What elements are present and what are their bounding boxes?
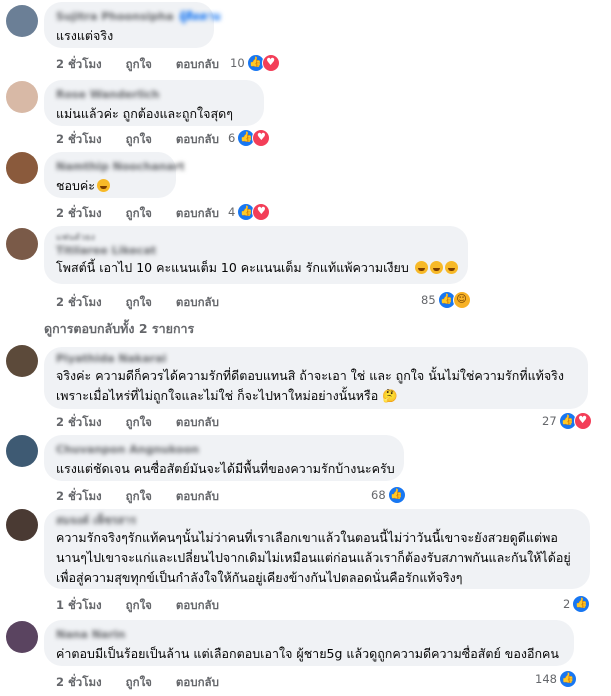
author-name[interactable]: Namthip Noochanart — [56, 160, 185, 174]
comment-text: ความรักจริงๆรักแท้คนๆนั้นไม่ว่าคนที่เราเ… — [56, 530, 558, 545]
timestamp[interactable]: 1 ชั่วโมง — [56, 598, 102, 612]
fan-badge: แฟนตัวยง — [56, 233, 95, 243]
reply-button[interactable]: ตอบกลับ — [176, 295, 219, 309]
reaction-summary[interactable]: 68 👍 — [371, 486, 406, 504]
timestamp[interactable]: 2 ชั่วโมง — [56, 206, 102, 220]
avatar[interactable] — [6, 345, 38, 377]
heart-icon: ♥ — [261, 54, 280, 72]
timestamp[interactable]: 2 ชั่วโมง — [56, 489, 102, 503]
comment-text: แรงแต่ชัดเจน คนซื่อสัตย์มันจะได้มีพื้นที… — [56, 461, 395, 476]
reply-button[interactable]: ตอบกลับ — [176, 206, 219, 220]
reply-button[interactable]: ตอบกลับ — [176, 415, 219, 429]
reaction-summary[interactable]: 6 👍 ♥ — [228, 129, 271, 147]
reaction-summary[interactable]: 2 👍 — [563, 595, 591, 613]
comment-actions: 2 ชั่วโมง ถูกใจ ตอบกลับ — [56, 131, 243, 149]
reply-button[interactable]: ตอบกลับ — [176, 598, 219, 612]
reaction-summary[interactable]: 148 👍 — [535, 670, 577, 688]
reaction-count: 27 — [542, 414, 557, 428]
reaction-summary[interactable]: 4 👍 ♥ — [228, 203, 271, 221]
like-icon: 👍 — [572, 595, 591, 613]
comment-actions: 2 ชั่วโมง ถูกใจ ตอบกลับ — [56, 488, 243, 506]
comment-bubble: แฟนตัวยง Titilaree Likecat โพสต์นี้ เอาไ… — [44, 226, 468, 284]
like-button[interactable]: ถูกใจ — [126, 598, 152, 612]
author-name[interactable]: Rose Wanderlich — [56, 88, 252, 102]
comment-actions: 2 ชั่วโมง ถูกใจ ตอบกลับ — [56, 414, 243, 432]
laughing-emoji-icon — [97, 179, 111, 192]
haha-icon: ☺ — [452, 291, 471, 309]
avatar[interactable] — [6, 435, 38, 467]
avatar[interactable] — [6, 509, 38, 541]
like-button[interactable]: ถูกใจ — [126, 206, 152, 220]
like-button[interactable]: ถูกใจ — [126, 295, 152, 309]
comment-actions: 2 ชั่วโมง ถูกใจ ตอบกลับ — [56, 205, 243, 223]
reaction-summary[interactable]: 85 👍 ☺ — [421, 291, 471, 309]
comment-actions: 1 ชั่วโมง ถูกใจ ตอบกลับ — [56, 597, 243, 615]
heart-icon: ♥ — [252, 203, 271, 221]
comment-bubble: สมจงค์ เพ็ชรสาร ความรักจริงๆรักแท้คนๆนั้… — [44, 509, 590, 589]
comment-actions: 2 ชั่วโมง ถูกใจ ตอบกลับ — [56, 674, 243, 692]
reaction-summary[interactable]: 10 👍 ♥ — [230, 54, 280, 72]
laughing-emoji-icon — [429, 261, 443, 274]
avatar[interactable] — [6, 5, 38, 37]
like-button[interactable]: ถูกใจ — [126, 132, 152, 146]
comment-bubble: Nana Narin ค่าตอบมีเป็นร้อยเป็นล้าน แต่เ… — [44, 620, 574, 666]
heart-icon: ♥ — [573, 412, 592, 430]
timestamp[interactable]: 2 ชั่วโมง — [56, 57, 102, 71]
comment-actions: 2 ชั่วโมง ถูกใจ ตอบกลับ — [56, 294, 243, 312]
comment-text: แรงแต่จริง — [56, 28, 114, 43]
timestamp[interactable]: 2 ชั่วโมง — [56, 675, 102, 689]
laughing-emoji-icon — [414, 261, 428, 274]
reaction-count: 6 — [228, 131, 236, 145]
like-icon: 👍 — [387, 486, 406, 504]
author-name[interactable]: Titilaree Likecat — [56, 244, 456, 258]
comment-text: นานๆไปเขาจะแก่และเปลี่ยนไปจากเดิมไม่เหมื… — [56, 550, 571, 565]
reply-button[interactable]: ตอบกลับ — [176, 132, 219, 146]
comment-text: ชอบค่ะ — [56, 176, 164, 196]
timestamp[interactable]: 2 ชั่วโมง — [56, 295, 102, 309]
reply-button[interactable]: ตอบกลับ — [176, 57, 219, 71]
comment-bubble: Chuvanpon Angnukoon แรงแต่ชัดเจน คนซื่อส… — [44, 435, 404, 481]
reaction-count: 4 — [228, 205, 236, 219]
comment-text: โพสต์นี้ เอาไป 10 คะแนนเต็ม 10 คะแนนเต็ม… — [56, 258, 458, 278]
reaction-count: 10 — [230, 56, 245, 70]
reaction-summary[interactable]: 27 👍 ♥ — [542, 412, 592, 430]
like-button[interactable]: ถูกใจ — [126, 675, 152, 689]
reaction-count: 2 — [563, 597, 571, 611]
view-replies-link[interactable]: ดูการตอบกลับทั้ง 2 รายการ — [44, 319, 194, 339]
comment-text: แม่นแล้วค่ะ ถูกต้องและถูกใจสุดๆ — [56, 106, 233, 121]
timestamp[interactable]: 2 ชั่วโมง — [56, 415, 102, 429]
like-icon: 👍 — [558, 670, 577, 688]
laughing-emoji-icon — [444, 261, 458, 274]
avatar[interactable] — [6, 228, 38, 260]
reply-button[interactable]: ตอบกลับ — [176, 489, 219, 503]
like-button[interactable]: ถูกใจ — [126, 415, 152, 429]
comment-actions: 2 ชั่วโมง ถูกใจ ตอบกลับ — [56, 56, 243, 74]
comment-bubble: Namthip Noochanart ชอบค่ะ — [44, 152, 185, 198]
author-name[interactable]: Nana Narin — [56, 628, 562, 642]
avatar[interactable] — [6, 81, 38, 113]
comment-text: เพราะเมื่อไหร่ที่ไม่ถูกใจและไม่ใช่ ก็จะไ… — [56, 388, 398, 403]
author-name[interactable]: สมจงค์ เพ็ชรสาร — [56, 514, 578, 528]
reply-button[interactable]: ตอบกลับ — [176, 675, 219, 689]
comment-bubble: Sujitra Phoonsipha ผู้ติดตาม แรงแต่จริง — [44, 2, 221, 48]
reaction-count: 148 — [535, 672, 557, 686]
comment-text: จริงค่ะ ความดีก็ควรได้ความรักที่ดีตอบแทน… — [56, 368, 565, 383]
comment-text: ค่าตอบมีเป็นร้อยเป็นล้าน แต่เลือกตอบเอาใ… — [56, 646, 559, 661]
comment-bubble: Rose Wanderlich แม่นแล้วค่ะ ถูกต้องและถู… — [44, 80, 264, 126]
author-name[interactable]: Chuvanpon Angnukoon — [56, 443, 392, 457]
avatar[interactable] — [6, 152, 38, 184]
author-name[interactable]: Piyathida Nakarai — [56, 352, 576, 366]
reaction-count: 85 — [421, 293, 436, 307]
reaction-count: 68 — [371, 488, 386, 502]
avatar[interactable] — [6, 621, 38, 653]
like-button[interactable]: ถูกใจ — [126, 57, 152, 71]
heart-icon: ♥ — [252, 129, 271, 147]
author-name[interactable]: Sujitra Phoonsipha ผู้ติดตาม — [56, 10, 221, 24]
like-button[interactable]: ถูกใจ — [126, 489, 152, 503]
comment-bubble: Piyathida Nakarai จริงค่ะ ความดีก็ควรได้… — [44, 347, 588, 409]
comment-text: เพื่อสู่ความสุขทุกข์เป็นกำลังใจให้กันอยู… — [56, 570, 463, 585]
timestamp[interactable]: 2 ชั่วโมง — [56, 132, 102, 146]
